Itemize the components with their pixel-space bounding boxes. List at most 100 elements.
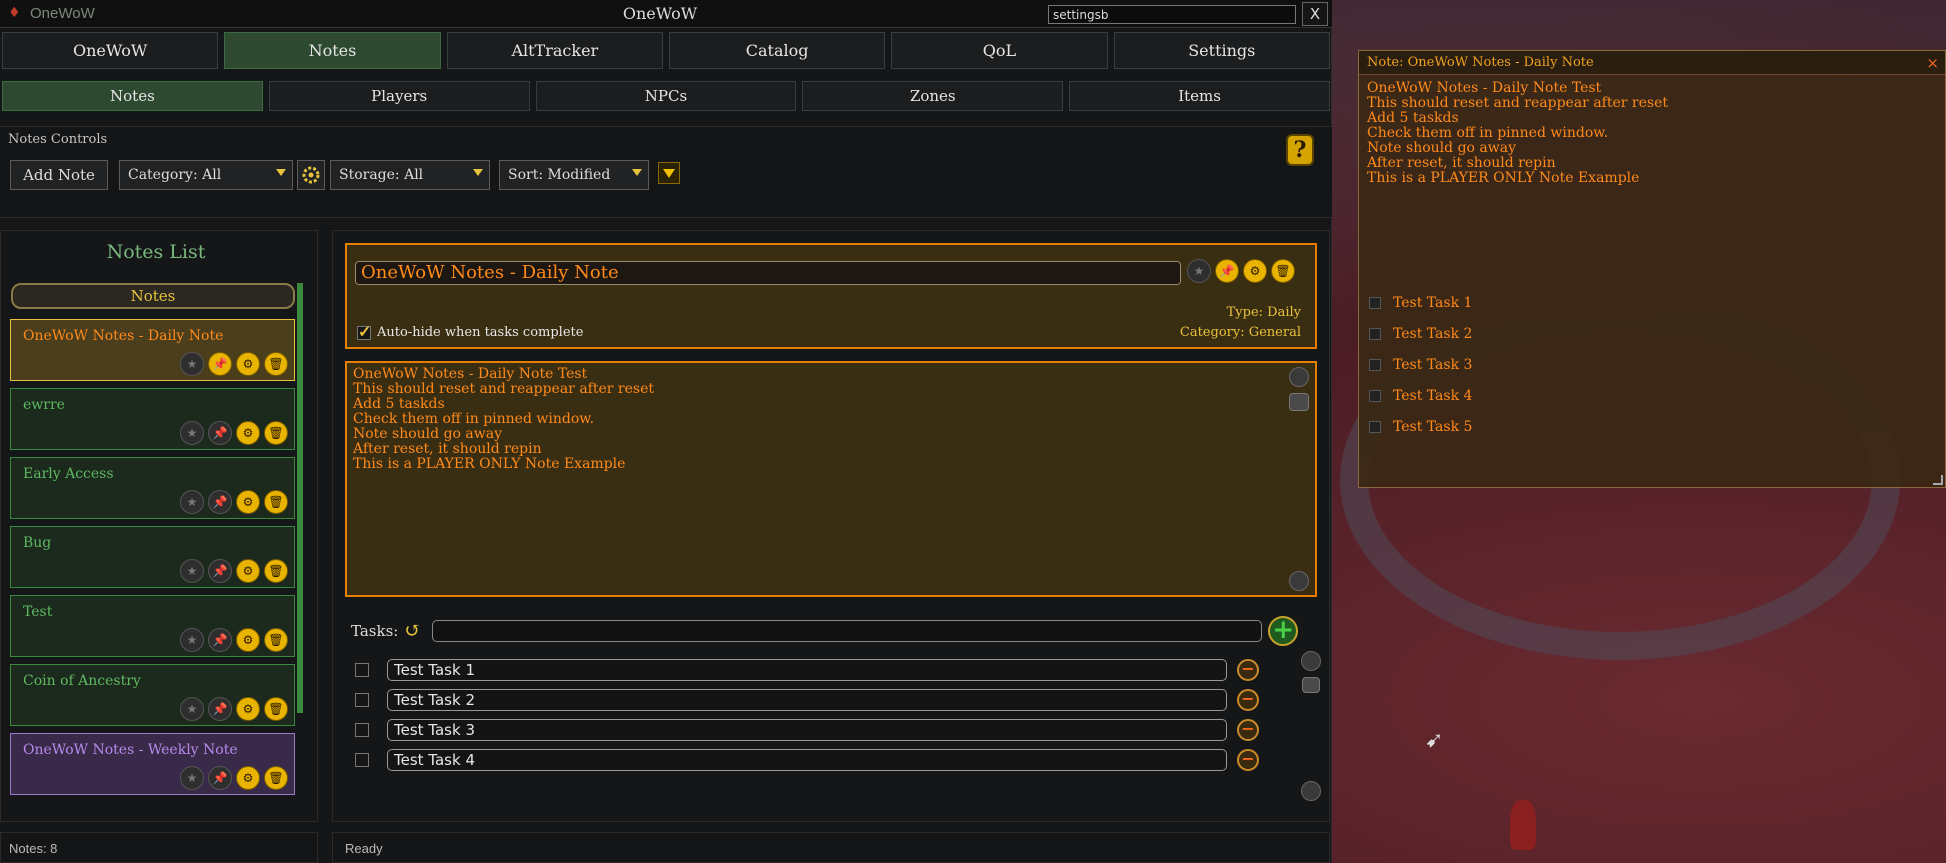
- sort-dropdown[interactable]: Sort: Modified: [499, 160, 649, 190]
- remove-task-button[interactable]: −: [1237, 719, 1259, 741]
- trash-icon[interactable]: 🗑: [264, 559, 288, 583]
- pin-icon[interactable]: 📌: [208, 352, 232, 376]
- task-checkbox[interactable]: [1369, 359, 1381, 371]
- star-icon[interactable]: ★: [180, 352, 204, 376]
- subtab-notes[interactable]: Notes: [2, 81, 263, 111]
- task-checkbox[interactable]: [1369, 390, 1381, 402]
- pin-icon[interactable]: 📌: [208, 766, 232, 790]
- star-icon[interactable]: ★: [180, 697, 204, 721]
- star-icon[interactable]: ★: [180, 628, 204, 652]
- trash-icon[interactable]: 🗑: [264, 697, 288, 721]
- category-settings-button[interactable]: [297, 160, 325, 190]
- list-item[interactable]: Bug ★ 📌 ⚙ 🗑: [10, 526, 295, 588]
- pinned-task[interactable]: Test Task 2: [1369, 326, 1472, 342]
- list-item[interactable]: Coin of Ancestry ★ 📌 ⚙ 🗑: [10, 664, 295, 726]
- tab-alttracker[interactable]: AltTracker: [446, 32, 663, 69]
- pinned-task[interactable]: Test Task 4: [1369, 388, 1472, 404]
- remove-task-button[interactable]: −: [1237, 659, 1259, 681]
- subtab-items[interactable]: Items: [1069, 81, 1330, 111]
- pinned-task[interactable]: Test Task 3: [1369, 357, 1472, 373]
- close-icon[interactable]: ×: [1926, 54, 1939, 72]
- search-input[interactable]: [1048, 5, 1296, 24]
- list-item[interactable]: ewrre ★ 📌 ⚙ 🗑: [10, 388, 295, 450]
- pin-icon[interactable]: 📌: [208, 421, 232, 445]
- close-button[interactable]: X: [1302, 2, 1328, 26]
- resize-grip-icon[interactable]: [1933, 475, 1943, 485]
- pin-icon[interactable]: 📌: [208, 628, 232, 652]
- scroll-down-button[interactable]: [1289, 571, 1309, 591]
- scroll-up-button[interactable]: [1301, 651, 1321, 671]
- list-item[interactable]: OneWoW Notes - Daily Note ★ 📌 ⚙ 🗑: [10, 319, 295, 381]
- pin-icon[interactable]: 📌: [1215, 259, 1239, 283]
- task-field[interactable]: Test Task 4: [387, 749, 1227, 771]
- trash-icon[interactable]: 🗑: [1271, 259, 1295, 283]
- trash-icon[interactable]: 🗑: [264, 421, 288, 445]
- reset-tasks-icon[interactable]: ↺: [404, 620, 426, 642]
- task-checkbox[interactable]: [1369, 421, 1381, 433]
- scroll-up-button[interactable]: [1289, 367, 1309, 387]
- pin-icon[interactable]: 📌: [208, 490, 232, 514]
- gear-icon[interactable]: ⚙: [236, 490, 260, 514]
- task-checkbox[interactable]: [1369, 297, 1381, 309]
- subtab-npcs[interactable]: NPCs: [535, 81, 797, 111]
- gear-icon[interactable]: ⚙: [236, 421, 260, 445]
- add-note-button[interactable]: Add Note: [10, 160, 108, 190]
- tab-settings[interactable]: Settings: [1113, 32, 1330, 69]
- subtab-zones[interactable]: Zones: [802, 81, 1064, 111]
- star-icon[interactable]: ★: [180, 490, 204, 514]
- list-item[interactable]: Test ★ 📌 ⚙ 🗑: [10, 595, 295, 657]
- star-icon[interactable]: ★: [180, 559, 204, 583]
- tab-onewow[interactable]: OneWoW: [2, 32, 219, 69]
- gear-icon[interactable]: ⚙: [236, 766, 260, 790]
- tab-catalog[interactable]: Catalog: [668, 32, 886, 69]
- storage-dropdown[interactable]: Storage: All: [330, 160, 490, 190]
- gear-icon[interactable]: ⚙: [1243, 259, 1267, 283]
- autohide-checkbox[interactable]: [357, 322, 371, 341]
- trash-icon[interactable]: 🗑: [264, 628, 288, 652]
- task-field[interactable]: Test Task 3: [387, 719, 1227, 741]
- remove-task-button[interactable]: −: [1237, 689, 1259, 711]
- gear-icon[interactable]: ⚙: [236, 352, 260, 376]
- pinned-task[interactable]: Test Task 5: [1369, 419, 1472, 435]
- star-icon[interactable]: ★: [180, 421, 204, 445]
- task-checkbox[interactable]: [1369, 328, 1381, 340]
- tasks-scrollbar[interactable]: [1301, 651, 1321, 801]
- task-field[interactable]: Test Task 1: [387, 659, 1227, 681]
- pin-icon[interactable]: 📌: [208, 697, 232, 721]
- pinned-note-window[interactable]: Note: OneWoW Notes - Daily Note × OneWoW…: [1358, 50, 1946, 488]
- star-icon[interactable]: ★: [1187, 259, 1211, 283]
- task-checkbox[interactable]: [355, 693, 369, 707]
- list-item[interactable]: Early Access ★ 📌 ⚙ 🗑: [10, 457, 295, 519]
- remove-task-button[interactable]: −: [1237, 749, 1259, 771]
- trash-icon[interactable]: 🗑: [264, 766, 288, 790]
- autohide-option[interactable]: Auto-hide when tasks complete: [357, 322, 583, 341]
- trash-icon[interactable]: 🗑: [264, 490, 288, 514]
- scroll-thumb[interactable]: [1302, 677, 1320, 693]
- add-task-button[interactable]: +: [1268, 616, 1299, 646]
- task-checkbox[interactable]: [355, 753, 369, 767]
- trash-icon[interactable]: 🗑: [264, 352, 288, 376]
- task-checkbox[interactable]: [355, 723, 369, 737]
- new-task-input[interactable]: [432, 620, 1263, 642]
- gear-icon[interactable]: ⚙: [236, 559, 260, 583]
- scroll-down-button[interactable]: [1301, 781, 1321, 801]
- notes-filter-button[interactable]: Notes: [11, 283, 295, 309]
- note-body-editor[interactable]: OneWoW Notes - Daily Note Test This shou…: [345, 361, 1317, 597]
- list-item[interactable]: OneWoW Notes - Weekly Note ★ 📌 ⚙ 🗑: [10, 733, 295, 795]
- note-title-field[interactable]: OneWoW Notes - Daily Note: [355, 261, 1181, 285]
- sort-direction-button[interactable]: [658, 162, 680, 184]
- task-checkbox[interactable]: [355, 663, 369, 677]
- category-dropdown[interactable]: Category: All: [119, 160, 293, 190]
- star-icon[interactable]: ★: [180, 766, 204, 790]
- help-button[interactable]: ?: [1288, 136, 1312, 164]
- scroll-thumb[interactable]: [1289, 393, 1309, 411]
- task-field[interactable]: Test Task 2: [387, 689, 1227, 711]
- subtab-players[interactable]: Players: [268, 81, 530, 111]
- gear-icon[interactable]: ⚙: [236, 628, 260, 652]
- pin-icon[interactable]: 📌: [208, 559, 232, 583]
- tab-notes[interactable]: Notes: [224, 32, 441, 69]
- pinned-task[interactable]: Test Task 1: [1369, 295, 1472, 311]
- list-scrollbar[interactable]: [297, 283, 303, 713]
- pinned-title[interactable]: Note: OneWoW Notes - Daily Note ×: [1359, 51, 1945, 75]
- gear-icon[interactable]: ⚙: [236, 697, 260, 721]
